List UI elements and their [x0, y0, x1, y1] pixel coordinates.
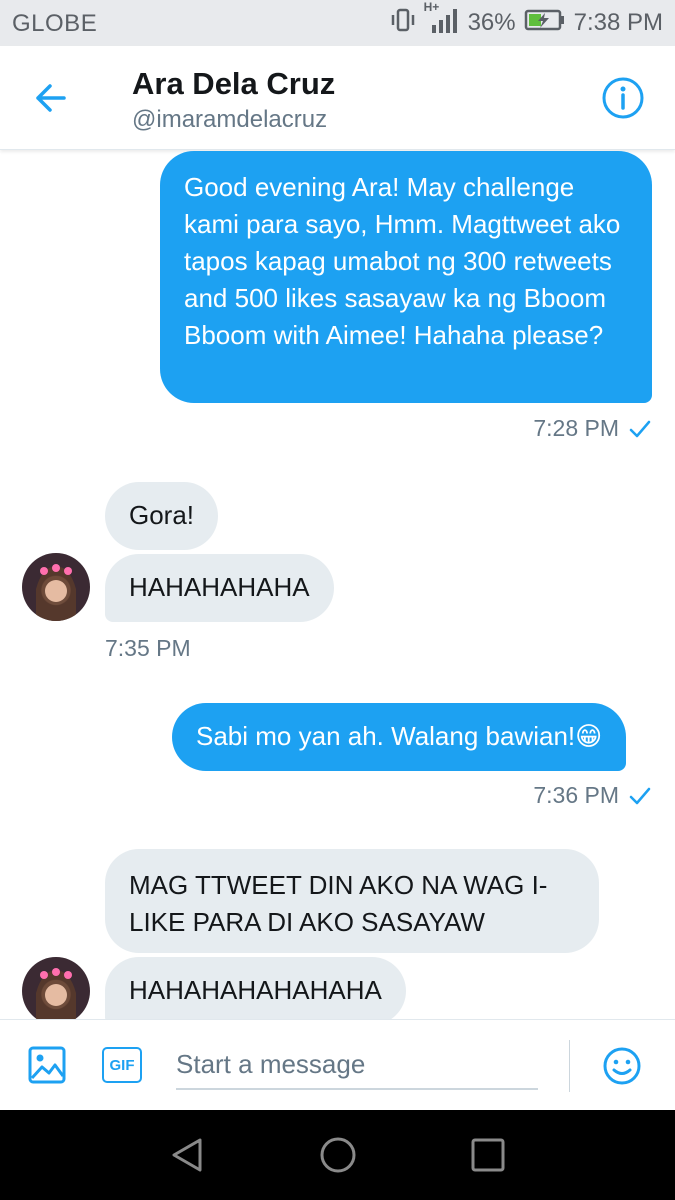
vibrate-icon: [390, 7, 416, 40]
avatar-photo: [36, 968, 76, 1019]
back-button[interactable]: [28, 76, 78, 120]
avatar[interactable]: [22, 553, 90, 621]
system-nav-bar: [0, 1110, 675, 1200]
incoming-message[interactable]: Gora!: [105, 482, 219, 550]
outgoing-message[interactable]: Good evening Ara! May challenge kami par…: [160, 151, 652, 403]
home-circle-icon: [320, 1137, 356, 1173]
message-text: Sabi mo yan ah. Walang bawian!😁: [196, 721, 603, 751]
message-timestamp: 7:36 PM: [533, 782, 651, 809]
message-timestamp: 7:35 PM: [105, 635, 191, 661]
recents-square-icon: [471, 1138, 505, 1172]
carrier-name: GLOBE: [12, 10, 98, 37]
message-text: HAHAHAHAHAHAHA: [129, 975, 382, 1005]
message-text: MAG TTWEET DIN AKO NA WAG I-LIKE PARA DI…: [129, 870, 548, 937]
conversation-header: Ara Dela Cruz @imaramdelacruz: [0, 46, 675, 150]
message-timestamp: 7:28 PM: [533, 415, 651, 442]
message-input[interactable]: [176, 1040, 538, 1090]
status-bar: GLOBE H+ 36% 7:38 PM: [0, 0, 675, 46]
signal-icon: H+: [424, 0, 460, 41]
add-image-button[interactable]: [28, 1046, 66, 1084]
message-composer: GIF: [0, 1019, 675, 1110]
image-icon: [28, 1046, 66, 1084]
message-list[interactable]: Good evening Ara! May challenge kami par…: [0, 151, 675, 1019]
emoji-icon: [603, 1047, 641, 1085]
message-text: Good evening Ara! May challenge kami par…: [184, 172, 621, 350]
battery-charging-icon: [524, 8, 566, 39]
outgoing-message[interactable]: Sabi mo yan ah. Walang bawian!😁: [172, 703, 627, 771]
gif-button[interactable]: GIF: [102, 1047, 142, 1083]
system-back-button[interactable]: [168, 1135, 208, 1175]
back-arrow-icon: [36, 84, 66, 112]
avatar-photo: [36, 564, 76, 621]
emoji-button[interactable]: [602, 1046, 642, 1086]
incoming-message[interactable]: HAHAHAHAHA: [105, 554, 334, 622]
clock: 7:38 PM: [573, 9, 663, 36]
message-text: HAHAHAHAHA: [129, 572, 310, 602]
gif-icon: GIF: [109, 1056, 135, 1074]
network-type: H+: [423, 0, 440, 14]
incoming-message[interactable]: MAG TTWEET DIN AKO NA WAG I-LIKE PARA DI…: [105, 849, 599, 953]
contact-name[interactable]: Ara Dela Cruz: [132, 66, 335, 102]
avatar[interactable]: [22, 957, 90, 1019]
system-home-button[interactable]: [318, 1135, 358, 1175]
sent-check-icon: [629, 787, 651, 804]
status-icons: H+ 36% 7:38 PM: [390, 0, 663, 41]
battery-percent: 36%: [467, 9, 516, 36]
sent-check-icon: [629, 420, 651, 437]
incoming-message[interactable]: HAHAHAHAHAHAHA: [105, 957, 406, 1019]
contact-handle[interactable]: @imaramdelacruz: [132, 106, 327, 134]
composer-divider: [569, 1040, 570, 1092]
back-triangle-icon: [172, 1138, 202, 1172]
info-button[interactable]: [601, 76, 645, 120]
message-text: Gora!: [129, 500, 195, 530]
system-recents-button[interactable]: [468, 1135, 508, 1175]
info-icon: [602, 77, 644, 119]
